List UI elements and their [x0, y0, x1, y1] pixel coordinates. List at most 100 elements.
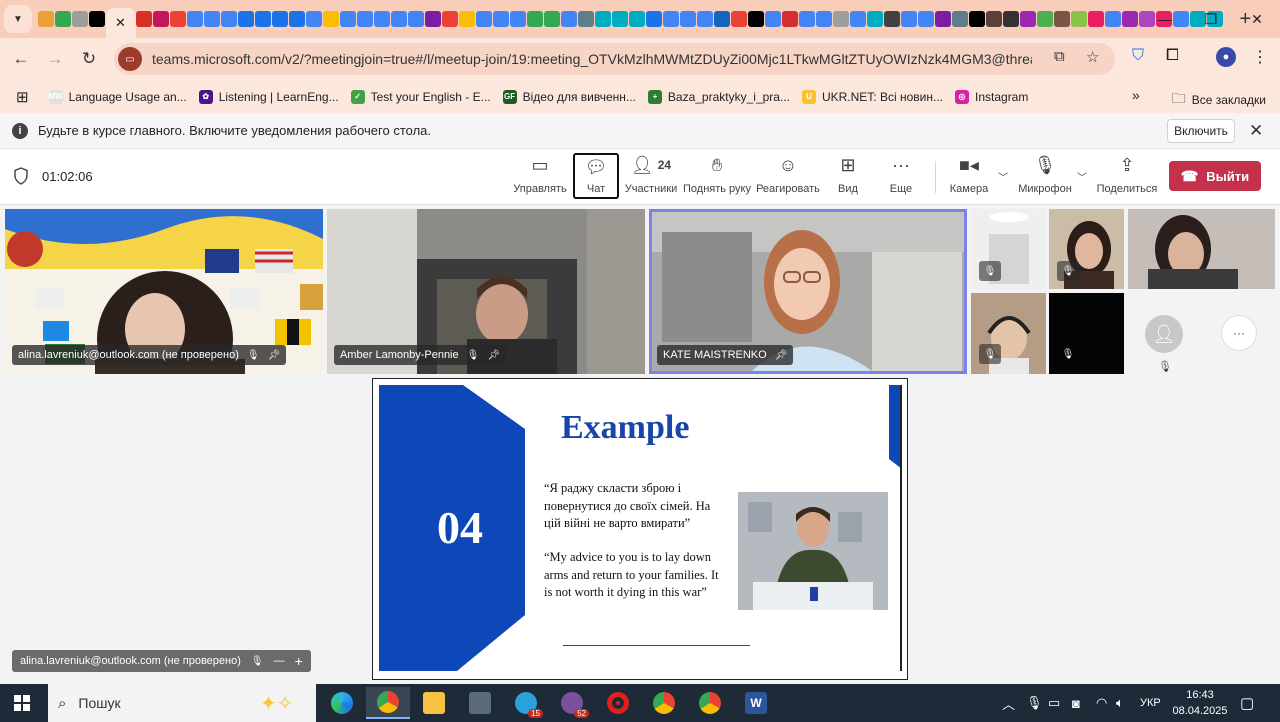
tab-favicon-icon[interactable] — [629, 11, 645, 27]
tab-favicon-icon[interactable] — [204, 11, 220, 27]
chat-button[interactable]: 💬︎ Чат — [573, 153, 619, 199]
reload-icon[interactable]: ↻ — [72, 42, 106, 76]
tab-favicon-icon[interactable] — [799, 11, 815, 27]
tab-favicon-icon[interactable] — [884, 11, 900, 27]
telegram-app[interactable]: 15 — [504, 687, 548, 719]
show-hidden-icons-chevron-icon[interactable]: ︿ — [1002, 684, 1015, 722]
file-explorer-app[interactable] — [412, 687, 456, 719]
video-tile-alina[interactable]: alina.lavreniuk@outlook.com (не проверен… — [5, 209, 323, 374]
chrome-app[interactable] — [366, 687, 410, 719]
tab-favicon-icon[interactable] — [221, 11, 237, 27]
tab-favicon-icon[interactable] — [680, 11, 696, 27]
wifi-icon[interactable]: ◠ — [1096, 684, 1107, 722]
video-tile-amber[interactable]: Amber Lamonby-Pennie 🎙︎ 📌︎ — [327, 209, 645, 374]
more-participants-button[interactable]: ··· — [1221, 315, 1257, 351]
camera-tray-icon[interactable]: ◙ — [1072, 684, 1080, 722]
tab-favicon-icon[interactable] — [187, 11, 203, 27]
close-window-icon[interactable]: ✕ — [1234, 0, 1280, 38]
more-bookmarks-chevron-icon[interactable]: » — [1132, 87, 1140, 103]
tab-favicon-icon[interactable] — [1003, 11, 1019, 27]
site-info-icon[interactable]: ▭ — [118, 47, 142, 71]
tab-favicon-icon[interactable] — [952, 11, 968, 27]
tab-favicon-icon[interactable] — [89, 11, 105, 27]
tab-favicon-icon[interactable] — [289, 11, 305, 27]
windows-start-button[interactable] — [0, 684, 44, 722]
more-button[interactable]: ··· Еще — [881, 153, 921, 199]
profile-avatar[interactable]: ● — [1216, 47, 1236, 67]
enable-notifications-button[interactable]: Включить — [1167, 119, 1235, 143]
bookmark-item[interactable]: GF Відео для вивченн... — [502, 89, 636, 104]
tab-favicon-icon[interactable] — [544, 11, 560, 27]
minimize-icon[interactable]: — — [1142, 0, 1188, 38]
bookmark-item[interactable]: ✿ Listening | LearnEng... — [198, 89, 339, 104]
tab-favicon-icon[interactable] — [136, 11, 152, 27]
tab-favicon-icon[interactable] — [867, 11, 883, 27]
address-bar[interactable]: ▭ teams.microsoft.com/v2/?meetingjoin=tr… — [114, 43, 1115, 75]
tab-favicon-icon[interactable] — [510, 11, 526, 27]
react-button[interactable]: ☺ Реагировать — [756, 153, 820, 199]
back-arrow-icon[interactable]: ← — [4, 42, 38, 76]
tab-favicon-icon[interactable] — [986, 11, 1002, 27]
video-tile-small-5[interactable]: 🎙︎ — [1049, 293, 1124, 374]
bookmark-item[interactable]: U UKR.NET: Всі новин... — [801, 89, 943, 104]
tab-favicon-icon[interactable] — [55, 11, 71, 27]
opera-app[interactable] — [596, 687, 640, 719]
camera-options-chevron-icon[interactable]: ﹀ — [998, 169, 1008, 184]
taskbar-search[interactable]: ⌕ Пошук ✦✧ — [48, 684, 316, 722]
mic-options-chevron-icon[interactable]: ﹀ — [1077, 169, 1087, 184]
tab-favicon-icon[interactable] — [1054, 11, 1070, 27]
tab-favicon-icon[interactable] — [612, 11, 628, 27]
language-indicator[interactable]: УКР — [1140, 684, 1161, 722]
tab-favicon-icon[interactable] — [408, 11, 424, 27]
mic-tray-icon[interactable]: 🎙︎ — [1026, 684, 1043, 722]
bookmark-item[interactable]: ✓ Test your English - E... — [350, 89, 491, 104]
tab-favicon-icon[interactable] — [935, 11, 951, 27]
tab-favicon-icon[interactable] — [901, 11, 917, 27]
video-tile-small-3[interactable] — [1128, 209, 1275, 289]
bookmark-star-icon[interactable]: ☆ — [1086, 48, 1099, 66]
leave-button[interactable]: ☎︎ Выйти — [1169, 161, 1261, 191]
tab-favicon-icon[interactable] — [663, 11, 679, 27]
all-bookmarks-folder[interactable]: 🗀 Все закладки — [1172, 88, 1266, 112]
tab-favicon-icon[interactable] — [816, 11, 832, 27]
view-button[interactable]: ⊞ Вид — [828, 153, 868, 199]
bookmark-item[interactable]: + Baza_praktyky_i_pra... — [647, 89, 790, 104]
tab-favicon-icon[interactable] — [1088, 11, 1104, 27]
expand-self-icon[interactable]: + — [295, 653, 303, 669]
tab-favicon-icon[interactable] — [578, 11, 594, 27]
tab-favicon-icon[interactable] — [833, 11, 849, 27]
tab-favicon-icon[interactable] — [425, 11, 441, 27]
shield-extension-icon[interactable]: ⛉ — [1132, 47, 1144, 65]
forward-arrow-icon[interactable]: → — [38, 42, 72, 76]
tab-favicon-icon[interactable] — [850, 11, 866, 27]
restore-icon[interactable]: ❐ — [1188, 0, 1234, 38]
tab-search-chevron-icon[interactable]: ▼ — [4, 5, 32, 33]
tab-favicon-icon[interactable] — [170, 11, 186, 27]
tab-favicon-icon[interactable] — [1105, 11, 1121, 27]
url-text[interactable]: teams.microsoft.com/v2/?meetingjoin=true… — [152, 51, 1032, 67]
tab-favicon-icon[interactable] — [969, 11, 985, 27]
battery-icon[interactable]: ▭ — [1048, 684, 1060, 722]
tab-favicon-icon[interactable] — [1020, 11, 1036, 27]
microphone-button[interactable]: 🎙︎ Микрофон — [1016, 153, 1074, 199]
notifications-icon[interactable]: ▢ — [1240, 684, 1254, 722]
chrome-profile-app[interactable] — [642, 687, 686, 719]
tab-favicon-icon[interactable] — [38, 11, 54, 27]
tab-favicon-icon[interactable] — [255, 11, 271, 27]
video-tile-small-2[interactable]: 🎙︎ — [1049, 209, 1124, 289]
tab-favicon-icon[interactable] — [272, 11, 288, 27]
bookmark-item[interactable]: MW Language Usage an... — [48, 89, 187, 104]
tab-favicon-icon[interactable] — [527, 11, 543, 27]
install-app-icon[interactable]: ⧉ — [1054, 48, 1065, 65]
apps-grid-icon[interactable]: ⊞ — [16, 88, 29, 106]
calculator-app[interactable] — [458, 687, 502, 719]
participants-button[interactable]: 👤︎ 24 Участники — [624, 153, 678, 199]
video-tile-small-1[interactable]: 🎙︎ — [971, 209, 1046, 289]
camera-button[interactable]: ■◂ Камера — [946, 153, 992, 199]
tab-favicon-icon[interactable] — [765, 11, 781, 27]
tab-favicon-icon[interactable] — [782, 11, 798, 27]
tab-favicon-icon[interactable] — [646, 11, 662, 27]
chrome-profile-2-app[interactable] — [688, 687, 732, 719]
video-tile-small-4[interactable]: 🎙︎ — [971, 293, 1046, 374]
share-button[interactable]: ⇪ Поделиться — [1097, 153, 1158, 199]
